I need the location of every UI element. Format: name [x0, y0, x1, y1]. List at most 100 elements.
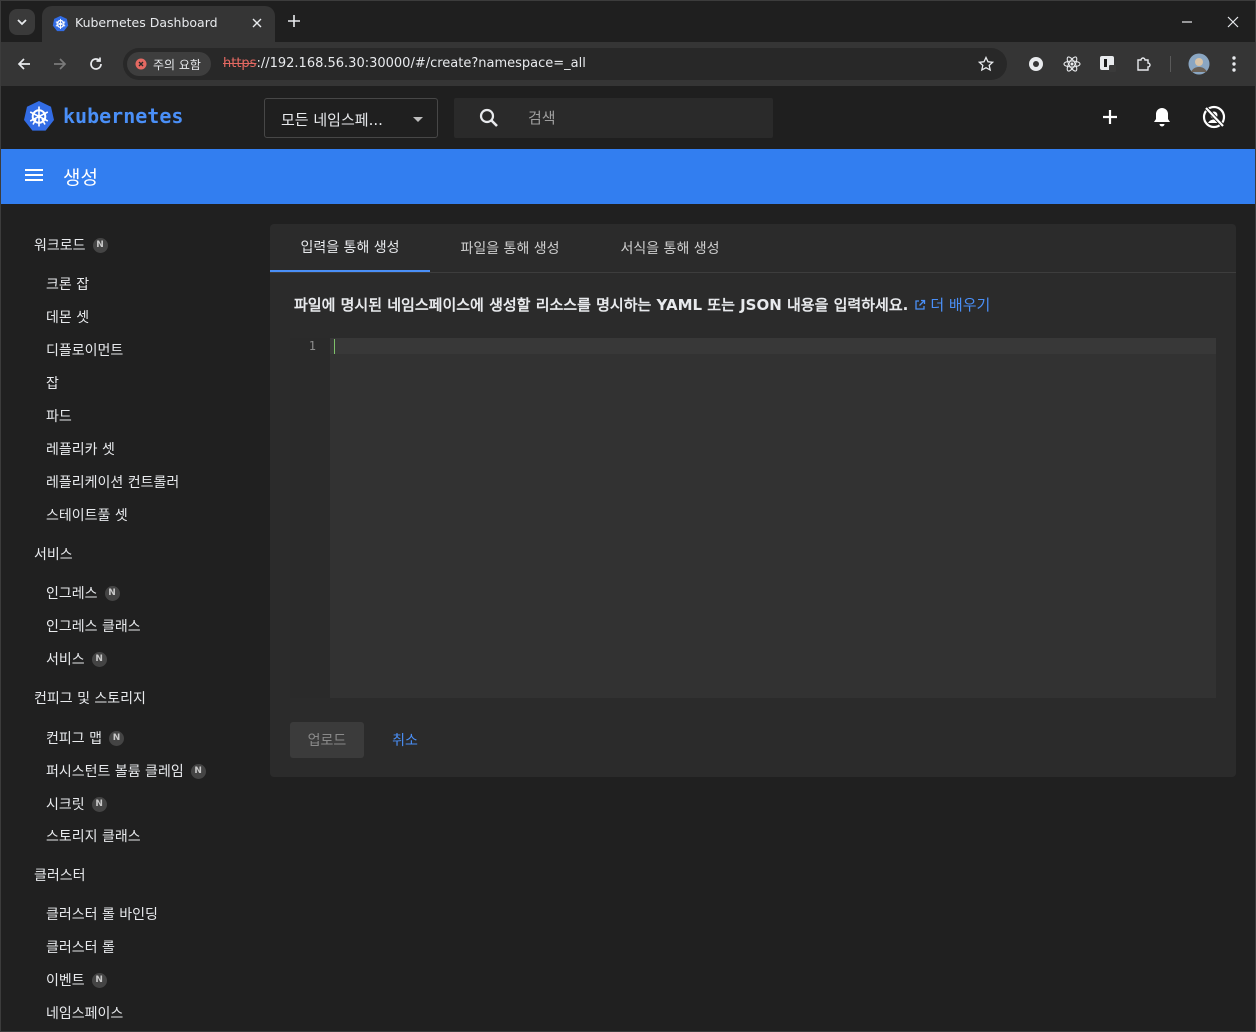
react-devtools-button[interactable] — [1061, 53, 1083, 75]
security-warning-chip[interactable]: 주의 요함 — [127, 52, 211, 76]
create-button[interactable] — [1097, 104, 1123, 130]
page-title-bar: 생성 — [1, 149, 1255, 204]
namespaced-badge: N — [108, 730, 124, 746]
sidebar-item-statefulsets[interactable]: 스테이트풀 셋 — [46, 501, 128, 529]
puzzle-icon — [1137, 57, 1151, 71]
url-text: https://192.168.56.30:30000/#/create?nam… — [223, 56, 586, 71]
sidebar-item-label: 이벤트 — [46, 973, 85, 989]
address-bar[interactable]: 주의 요함 https://192.168.56.30:30000/#/crea… — [123, 48, 1007, 80]
namespaced-badge: N — [104, 585, 120, 601]
app-extension-icon — [1100, 56, 1116, 72]
sidebar-item-label: 인그레스 — [46, 586, 98, 602]
sidebar-item-daemonsets[interactable]: 데몬 셋 — [46, 303, 89, 331]
page-title: 생성 — [63, 167, 98, 189]
extension-button-1[interactable] — [1025, 53, 1047, 75]
sidebar-item-events[interactable]: 이벤트 N — [46, 966, 107, 994]
sidebar-section-services[interactable]: 서비스 — [34, 540, 73, 568]
chevron-down-icon — [17, 19, 27, 26]
sidebar-item-label: 파드 — [46, 409, 72, 425]
sidebar-item-jobs[interactable]: 잡 — [46, 369, 59, 397]
description-text: 파일에 명시된 네임스페이스에 생성할 리소스를 명시하는 YAML 또는 JS… — [294, 296, 909, 314]
sidebar-item-label: 디플로이먼트 — [46, 343, 124, 359]
tab-close-button[interactable] — [247, 13, 267, 33]
profile-avatar[interactable] — [1187, 52, 1211, 76]
new-tab-button[interactable] — [283, 10, 305, 32]
namespaced-badge: N — [91, 651, 107, 667]
sidebar-item-ingresses[interactable]: 인그레스 N — [46, 579, 120, 607]
namespaced-badge: N — [91, 796, 107, 812]
sidebar-section-config-storage[interactable]: 컨피그 및 스토리지 — [34, 684, 146, 712]
tab-create-from-input[interactable]: 입력을 통해 생성 — [270, 224, 430, 272]
sidebar-section-label: 서비스 — [34, 547, 73, 563]
plus-icon — [1103, 110, 1117, 124]
sidebar-item-label: 데몬 셋 — [46, 310, 90, 326]
sidebar-section-label: 클러스터 — [34, 868, 86, 884]
url-rest: ://192.168.56.30:30000/#/create?namespac… — [256, 56, 586, 71]
account-button[interactable] — [1201, 104, 1227, 130]
sidebar-item-pvcs[interactable]: 퍼시스턴트 볼륨 클레임 N — [46, 757, 206, 785]
sidebar-item-cronjobs[interactable]: 크론 잡 — [46, 270, 89, 298]
namespace-select-value: 모든 네임스페... — [281, 111, 383, 129]
app-header: kubernetes 모든 네임스페... — [1, 86, 1255, 149]
sidebar-item-label: 크론 잡 — [46, 277, 90, 293]
kubernetes-logo[interactable]: kubernetes — [23, 100, 183, 132]
sidebar-nav: 워크로드 N 크론 잡 데몬 셋 디플로이먼트 잡 파드 레플리카 셋 레플리케… — [1, 204, 251, 1031]
browser-menu-button[interactable] — [1223, 53, 1245, 75]
forward-button[interactable] — [46, 50, 74, 78]
sidebar-item-pods[interactable]: 파드 — [46, 402, 72, 430]
cancel-button[interactable]: 취소 — [380, 722, 430, 758]
close-window-button[interactable] — [1210, 1, 1255, 42]
maximize-button[interactable] — [1164, 1, 1210, 42]
tab-search-button[interactable] — [9, 9, 35, 35]
upload-button[interactable]: 업로드 — [290, 722, 364, 758]
sidebar-item-label: 네임스페이스 — [46, 1006, 124, 1022]
sidebar-section-label: 워크로드 — [34, 238, 86, 254]
sidebar-item-configmaps[interactable]: 컨피그 맵 N — [46, 724, 124, 752]
menu-toggle-button[interactable] — [23, 166, 45, 188]
sidebar-item-label: 레플리케이션 컨트롤러 — [46, 475, 180, 491]
namespaced-badge: N — [91, 972, 107, 988]
sidebar-item-namespaces[interactable]: 네임스페이스 — [46, 999, 123, 1027]
tab-create-from-file[interactable]: 파일을 통해 생성 — [430, 224, 590, 272]
browser-tab[interactable]: Kubernetes Dashboard — [42, 6, 275, 42]
kubernetes-helm-icon — [24, 101, 54, 131]
sidebar-item-storage-classes[interactable]: 스토리지 클래스 — [46, 822, 141, 850]
sidebar-item-label: 스테이트풀 셋 — [46, 508, 128, 524]
reload-icon — [90, 57, 102, 70]
sidebar-item-replication-controllers[interactable]: 레플리케이션 컨트롤러 — [46, 468, 179, 496]
tab-create-from-form[interactable]: 서식을 통해 생성 — [590, 224, 750, 272]
no-account-icon — [1202, 105, 1226, 129]
notifications-button[interactable] — [1149, 104, 1175, 130]
bookmark-button[interactable] — [975, 53, 997, 75]
extension-button-3[interactable] — [1097, 53, 1119, 75]
back-button[interactable] — [10, 50, 38, 78]
kubernetes-favicon-icon — [52, 15, 69, 32]
yaml-editor[interactable]: 1 — [290, 338, 1216, 698]
search-icon — [479, 108, 498, 127]
create-card: 입력을 통해 생성 파일을 통해 생성 서식을 통해 생성 파일에 명시된 네임… — [270, 224, 1236, 777]
learn-more-link[interactable]: 더 배우기 — [914, 294, 990, 315]
sidebar-item-clusterroles[interactable]: 클러스터 롤 — [46, 933, 115, 961]
close-icon — [1227, 16, 1239, 27]
sidebar-item-deployments[interactable]: 디플로이먼트 — [46, 336, 123, 364]
sidebar-item-replicasets[interactable]: 레플리카 셋 — [46, 435, 115, 463]
sidebar-item-ingress-classes[interactable]: 인그레스 클래스 — [46, 612, 141, 640]
namespace-select[interactable]: 모든 네임스페... — [264, 98, 438, 138]
sidebar-item-services[interactable]: 서비스 N — [46, 645, 107, 673]
search-input[interactable] — [528, 104, 758, 132]
extensions-button[interactable] — [1133, 53, 1155, 75]
sidebar-item-secrets[interactable]: 시크릿 N — [46, 790, 107, 818]
sidebar-item-label: 클러스터 롤 바인딩 — [46, 907, 158, 923]
sidebar-item-label: 인그레스 클래스 — [46, 619, 141, 635]
sidebar-item-clusterrolebindings[interactable]: 클러스터 롤 바인딩 — [46, 900, 158, 928]
plus-icon — [288, 15, 300, 27]
dropdown-caret-icon — [413, 117, 423, 122]
reload-button[interactable] — [82, 50, 110, 78]
sidebar-section-workloads[interactable]: 워크로드 N — [34, 231, 108, 259]
create-description: 파일에 명시된 네임스페이스에 생성할 리소스를 명시하는 YAML 또는 JS… — [294, 294, 990, 315]
more-vertical-icon — [1232, 56, 1236, 72]
sidebar-section-cluster[interactable]: 클러스터 — [34, 861, 86, 889]
editor-active-line — [330, 338, 1216, 354]
namespaced-badge: N — [92, 237, 108, 253]
namespaced-badge: N — [190, 763, 206, 779]
